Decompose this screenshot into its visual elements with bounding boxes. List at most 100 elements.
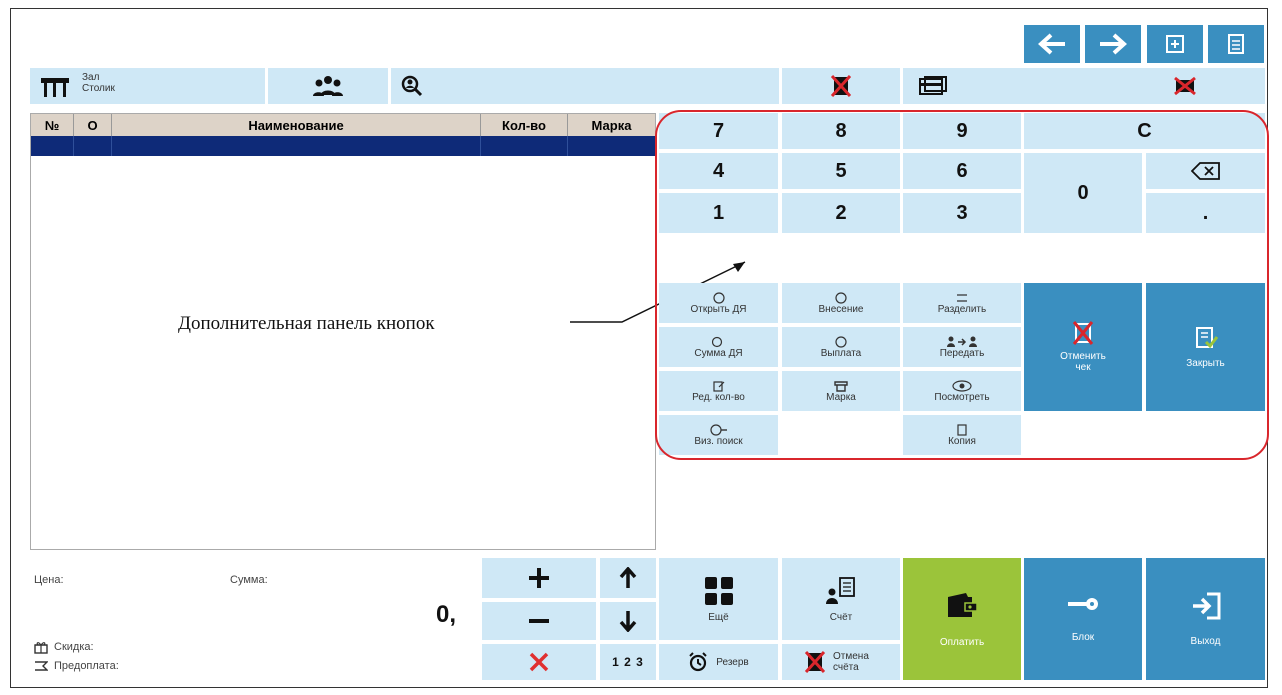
cancel-bill-button[interactable]: Отмена счёта	[782, 644, 900, 680]
mark-label: Марка	[826, 391, 856, 403]
split-label: Разделить	[937, 303, 987, 315]
down-button[interactable]	[600, 602, 656, 640]
backspace-icon	[1190, 162, 1220, 180]
alarm-clock-icon	[689, 652, 707, 672]
block-label: Блок	[1071, 631, 1095, 643]
key-clear[interactable]: C	[1024, 113, 1265, 149]
table-row[interactable]	[31, 136, 655, 156]
arrow-up-icon	[619, 567, 637, 588]
prepay-label: Предоплата:	[54, 660, 119, 672]
eye-icon	[952, 379, 972, 392]
transfer-button[interactable]: Передать	[903, 327, 1021, 367]
key-4[interactable]: 4	[659, 153, 778, 189]
arrow-down-icon	[619, 611, 637, 632]
search-bar[interactable]	[391, 68, 779, 104]
add-button[interactable]	[1147, 25, 1203, 63]
discount-row: Скидка:	[34, 640, 94, 654]
pay-label: Оплатить	[939, 636, 985, 648]
price-label: Цена:	[34, 574, 64, 586]
cash-drawer-sum-button[interactable]: Сумма ДЯ	[659, 327, 778, 367]
card-icon[interactable]	[919, 76, 947, 96]
annotation-label: Дополнительная панель кнопок	[178, 313, 435, 334]
open-cash-drawer-button[interactable]: Открыть ДЯ	[659, 283, 778, 323]
delete-item-button[interactable]	[482, 644, 596, 680]
bill-user-icon	[826, 576, 855, 604]
deposit-icon	[835, 291, 847, 304]
more-button[interactable]: Ещё	[659, 558, 778, 640]
view-button[interactable]: Посмотреть	[903, 371, 1021, 411]
col-o: О	[74, 114, 112, 136]
key-2[interactable]: 2	[782, 193, 900, 233]
minus-button[interactable]	[482, 602, 596, 640]
reserve-button[interactable]: Резерв	[659, 644, 778, 680]
grid-icon	[704, 576, 733, 605]
key-1[interactable]: 1	[659, 193, 778, 233]
edit-quantity-button[interactable]: Ред. кол-во	[659, 371, 778, 411]
table-icon	[41, 78, 69, 97]
split-button[interactable]: Разделить	[903, 283, 1021, 323]
cash-drawer-sum-label: Сумма ДЯ	[694, 347, 743, 359]
bill-label: Счёт	[829, 611, 853, 623]
back-button[interactable]	[1024, 25, 1080, 63]
ruble-icon	[711, 336, 722, 347]
mark-button[interactable]: Марка	[782, 371, 900, 411]
amount-display: 0,	[436, 601, 457, 628]
coin-icon	[712, 291, 725, 304]
numeric-mode-button[interactable]: 1 2 3	[600, 644, 656, 680]
visual-search-label: Виз. поиск	[694, 435, 743, 447]
up-button[interactable]	[600, 558, 656, 598]
visual-search-button[interactable]: Виз. поиск	[659, 415, 778, 455]
reserve-label: Резерв	[716, 656, 749, 668]
exit-button[interactable]: Выход	[1146, 558, 1265, 680]
card-toolbar	[903, 68, 1265, 104]
hall-table-selector[interactable]: Зал Столик	[30, 68, 265, 104]
guests-button[interactable]	[268, 68, 388, 104]
key-8[interactable]: 8	[782, 113, 900, 149]
key-0[interactable]: 0	[1024, 153, 1142, 233]
hall-label: Зал	[82, 72, 100, 83]
cancel-check-label: Отменить чек	[1060, 351, 1106, 373]
copy-button[interactable]: Копия	[903, 415, 1021, 455]
transfer-user-icon	[947, 336, 977, 347]
key-3[interactable]: 3	[903, 193, 1021, 233]
deposit-button[interactable]: Внесение	[782, 283, 900, 323]
split-icon	[957, 293, 967, 302]
cancel-check-button[interactable]: Отменить чек	[1024, 283, 1142, 411]
visual-search-icon	[709, 423, 727, 436]
document-icon	[1228, 34, 1244, 54]
plus-button[interactable]	[482, 558, 596, 598]
cancel-order-icon	[831, 75, 851, 97]
forward-button[interactable]	[1085, 25, 1141, 63]
edit-quantity-label: Ред. кол-во	[692, 391, 745, 403]
delete-order-button[interactable]	[782, 68, 900, 104]
wallet-icon	[948, 592, 978, 617]
document-button[interactable]	[1208, 25, 1264, 63]
arrow-right-icon	[1100, 33, 1127, 55]
users-icon	[313, 76, 343, 96]
cancel-bill-label: Отмена счёта	[833, 651, 869, 673]
minus-icon	[529, 619, 549, 623]
key-7[interactable]: 7	[659, 113, 778, 149]
key-5[interactable]: 5	[782, 153, 900, 189]
bill-button[interactable]: Счёт	[782, 558, 900, 640]
open-cash-drawer-label: Открыть ДЯ	[690, 303, 747, 315]
arrow-left-icon	[1038, 33, 1065, 55]
key-backspace[interactable]	[1146, 153, 1265, 189]
deposit-label: Внесение	[818, 303, 864, 315]
transfer-label: Передать	[939, 347, 985, 359]
check-document-icon	[1195, 326, 1218, 348]
gift-icon	[34, 642, 48, 654]
table-header: № О Наименование Кол-во Марка	[31, 114, 655, 136]
remove-card-icon[interactable]	[1173, 76, 1197, 96]
close-check-label: Закрыть	[1186, 357, 1225, 369]
cancel-bill-icon	[805, 651, 825, 673]
mark-icon	[834, 380, 848, 392]
close-check-button[interactable]: Закрыть	[1146, 283, 1265, 411]
key-dot[interactable]: .	[1146, 193, 1265, 233]
key-9[interactable]: 9	[903, 113, 1021, 149]
payout-button[interactable]: Выплата	[782, 327, 900, 367]
pay-button[interactable]: Оплатить	[903, 558, 1021, 680]
block-button[interactable]: Блок	[1024, 558, 1142, 680]
col-mark: Марка	[591, 117, 632, 133]
key-6[interactable]: 6	[903, 153, 1021, 189]
